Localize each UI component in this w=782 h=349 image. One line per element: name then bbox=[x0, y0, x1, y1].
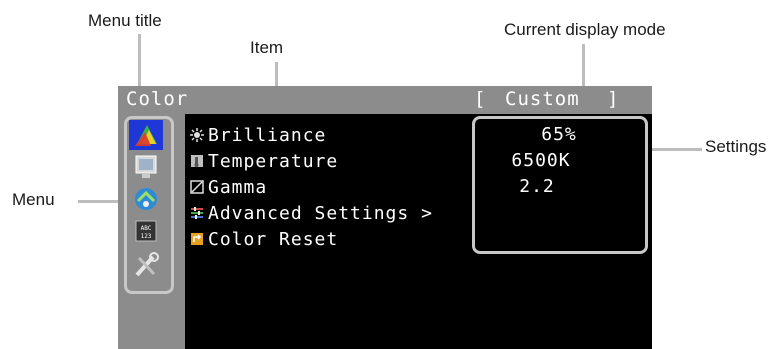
item-gamma[interactable]: Gamma bbox=[190, 174, 267, 200]
item-label: Color Reset bbox=[208, 228, 339, 250]
mode-bracket-open: [ bbox=[474, 88, 487, 110]
callout-line-current-mode bbox=[582, 44, 585, 92]
settings-frame bbox=[472, 116, 648, 254]
item-color-reset[interactable]: Color Reset bbox=[190, 226, 338, 252]
menu-frame bbox=[124, 116, 174, 294]
item-label: Temperature bbox=[208, 150, 339, 172]
item-label: Brilliance bbox=[208, 124, 327, 146]
callout-menu-title: Menu title bbox=[88, 11, 162, 30]
callout-line-settings bbox=[648, 148, 702, 151]
callout-settings: Settings bbox=[705, 137, 767, 156]
item-temperature[interactable]: Temperature bbox=[190, 148, 338, 174]
mode-bracket-close: ] bbox=[607, 88, 620, 110]
current-display-mode: Custom bbox=[505, 88, 580, 110]
color-reset-icon bbox=[190, 232, 204, 246]
item-advanced-settings[interactable]: Advanced Settings > bbox=[190, 200, 433, 226]
menu-title: Color bbox=[126, 88, 189, 110]
callout-current-display-mode: Current display mode bbox=[504, 20, 666, 39]
callout-item: Item bbox=[250, 38, 284, 57]
item-label: Advanced Settings > bbox=[208, 202, 433, 224]
item-label: Gamma bbox=[208, 176, 268, 198]
advanced-settings-icon bbox=[190, 206, 204, 220]
item-brilliance[interactable]: Brilliance bbox=[190, 122, 326, 148]
temperature-icon bbox=[190, 154, 204, 168]
brilliance-icon bbox=[190, 128, 204, 142]
callout-line-menu-title bbox=[138, 34, 141, 92]
gamma-icon bbox=[190, 180, 204, 194]
callout-menu: Menu bbox=[12, 190, 55, 209]
